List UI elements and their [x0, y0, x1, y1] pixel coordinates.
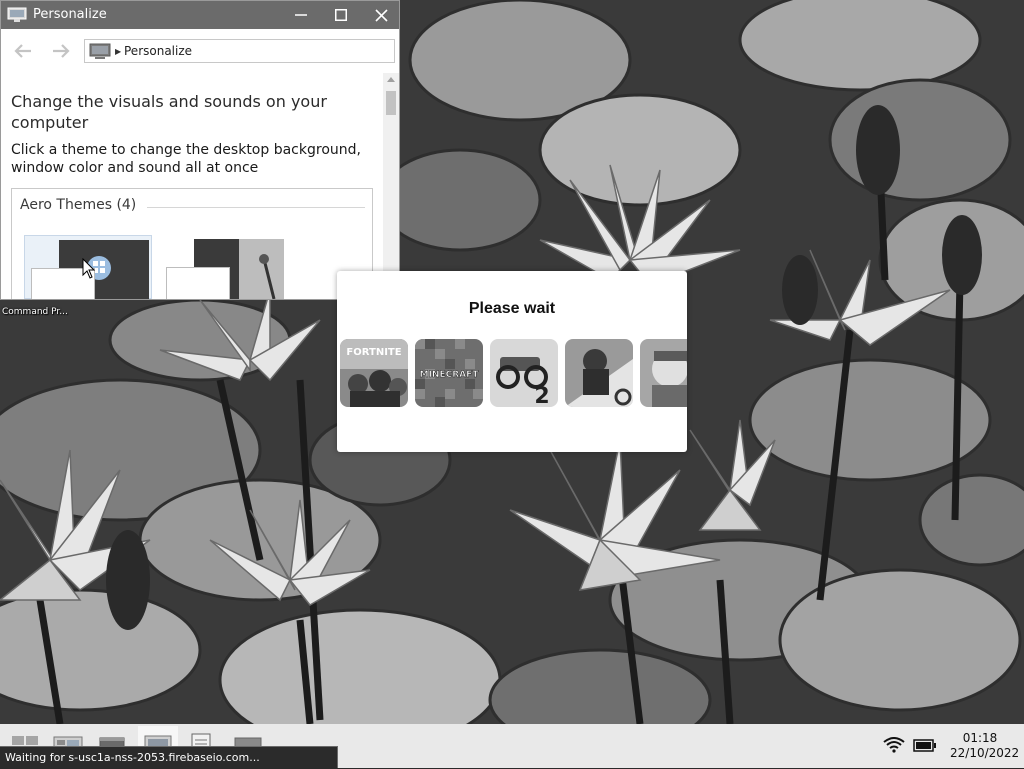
breadcrumb-arrow-icon: ▶: [115, 47, 122, 56]
desktop-icon-label[interactable]: Command Pr...: [2, 307, 68, 317]
theme-window-preview: [166, 267, 230, 299]
close-button[interactable]: [361, 1, 399, 29]
breadcrumb-item[interactable]: Personalize: [124, 44, 192, 58]
game-tile-minecraft[interactable]: MINECRAFT: [415, 339, 483, 407]
hill-climb-icon: 2: [490, 339, 558, 407]
clock-time: 01:18: [962, 731, 998, 745]
content-pane: Change the visuals and sounds on your co…: [1, 73, 384, 299]
personalize-app-icon: [7, 7, 27, 22]
page-heading: Change the visuals and sounds on your co…: [11, 92, 327, 132]
computer-icon: [89, 43, 111, 59]
group-title: Aero Themes (4): [20, 197, 137, 213]
address-bar: ▶ Personalize: [1, 29, 399, 73]
game-tile-fortnite[interactable]: FORTNITE: [340, 339, 408, 407]
browser-status-bar: Waiting for s-usc1a-nss-2053.firebaseio.…: [0, 746, 338, 768]
svg-text:FORTNITE: FORTNITE: [346, 347, 401, 358]
game-5-icon: [640, 339, 687, 407]
maximize-icon: [335, 9, 347, 21]
scrollbar[interactable]: [383, 73, 399, 299]
clock[interactable]: 01:18 22/10/2022: [950, 731, 1020, 761]
svg-text:MINECRAFT: MINECRAFT: [420, 370, 480, 380]
window-title: Personalize: [33, 7, 107, 22]
battery-icon[interactable]: [913, 739, 937, 752]
game-tile-hill-climb[interactable]: 2: [490, 339, 558, 407]
close-icon: [374, 8, 388, 22]
fortnite-icon: FORTNITE: [340, 339, 408, 407]
please-wait-dialog: Please wait FORTNITE MINECRAFT 2: [337, 271, 687, 452]
personalize-window: Personalize ▶ Personalize Change the vis…: [0, 0, 400, 300]
clock-date: 22/10/2022: [950, 746, 1020, 760]
scroll-up-icon[interactable]: [387, 77, 395, 82]
minecraft-icon: MINECRAFT: [415, 339, 483, 407]
breadcrumb[interactable]: ▶ Personalize: [84, 39, 395, 63]
page-description: Click a theme to change the desktop back…: [11, 142, 361, 176]
dialog-title: Please wait: [468, 300, 556, 317]
minimize-button[interactable]: [281, 1, 321, 29]
svg-text:2: 2: [534, 384, 549, 407]
mouse-cursor-icon: [82, 258, 96, 279]
scroll-thumb[interactable]: [386, 91, 396, 115]
title-bar[interactable]: Personalize: [1, 1, 399, 29]
game-tile-4[interactable]: [565, 339, 633, 407]
forward-arrow-icon[interactable]: [51, 43, 71, 59]
game-4-icon: [565, 339, 633, 407]
group-divider: [147, 207, 365, 208]
aero-themes-group: Aero Themes (4): [11, 188, 373, 299]
minimize-icon: [295, 14, 307, 16]
back-arrow-icon[interactable]: [13, 43, 33, 59]
game-tile-5[interactable]: [640, 339, 687, 407]
theme-tile-2[interactable]: [162, 235, 290, 299]
maximize-button[interactable]: [321, 1, 361, 29]
wifi-icon[interactable]: [883, 737, 905, 753]
